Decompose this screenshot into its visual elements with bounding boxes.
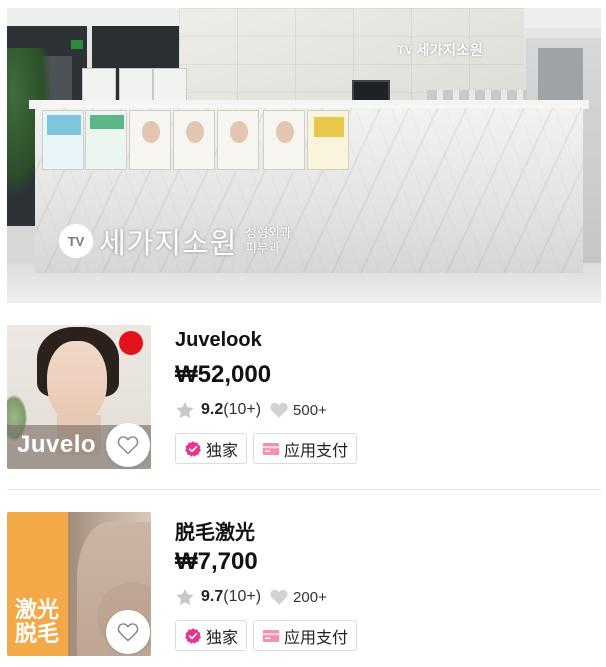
rating-value: 9.2 [201,401,224,418]
wall-brand-sign: TV 세가지소원 [397,40,483,60]
card-payment-icon [262,442,280,455]
card-divider [7,489,601,490]
verified-badge-icon [185,627,201,644]
counter-poster [129,110,171,170]
counter-poster [217,110,259,170]
counter-poster [307,110,349,170]
tag-label: 应用支付 [284,629,349,647]
tag-app-payment: 应用支付 [253,433,358,464]
wall-brand-text: 세가지소원 [416,42,484,58]
heart-outline-icon [117,436,139,455]
favorite-button[interactable] [106,423,150,467]
heart-icon [270,402,288,418]
product-price: ₩52,000 [175,361,272,388]
product-title[interactable]: 脱毛激光 [175,516,595,544]
star-icon [176,588,194,605]
promo-badge-icon [119,331,143,355]
favorite-button[interactable] [106,610,150,654]
product-price: ₩7,700 [175,548,258,575]
hero-clinic-photo: TV 세가지소원 TV 세가지소원 성형외과 피부과 [7,8,601,303]
product-card[interactable]: 激光脱毛 脱毛激光 ₩7,700 9.7 (10+) 200+ 独家 应用支付 [7,512,601,664]
review-count: (10+) [223,401,262,418]
thumbnail-caption: 激光脱毛 [15,597,60,646]
verified-badge-icon [185,440,201,457]
product-title[interactable]: Juvelook [175,329,595,355]
counter-poster [42,110,84,170]
wall-brand-mark: TV [397,43,414,57]
heart-outline-icon [117,623,139,642]
tag-app-payment: 应用支付 [253,620,358,651]
product-tags: 独家 应用支付 [175,433,595,464]
clinic-logo-sub-line1: 성형외과 [245,226,292,240]
star-icon [176,401,194,418]
tag-label: 应用支付 [284,442,349,460]
clinic-logo-mark: TV [59,224,93,258]
review-count: (10+) [223,588,262,605]
product-stats: 9.2 (10+) 500+ [175,399,595,421]
counter-poster [85,110,127,170]
exit-sign [71,40,83,49]
clinic-logo: TV 세가지소원 성형외과 피부과 [59,220,291,262]
tag-exclusive: 独家 [175,433,248,464]
card-payment-icon [262,629,280,642]
clinic-logo-name: 세가지소원 [99,228,238,260]
tag-exclusive: 独家 [175,620,248,651]
rating-value: 9.7 [201,588,224,605]
product-info: 脱毛激光 ₩7,700 9.7 (10+) 200+ 独家 应用支付 [175,516,595,651]
like-count: 500+ [293,401,327,419]
clinic-logo-sub-line2: 피부과 [245,241,280,255]
thumbnail-caption: Juvelo [17,431,97,458]
counter-poster [173,110,215,170]
product-card[interactable]: Juvelo Juvelook ₩52,000 9.2 (10+) 500+ 独… [7,325,601,477]
clinic-logo-subtitle: 성형외과 피부과 [245,226,291,256]
tag-label: 独家 [206,629,239,647]
product-tags: 独家 应用支付 [175,620,595,651]
tag-label: 独家 [206,442,239,460]
like-count: 200+ [293,588,327,606]
product-stats: 9.7 (10+) 200+ [175,586,595,608]
counter-poster [263,110,305,170]
product-info: Juvelook ₩52,000 9.2 (10+) 500+ 独家 应用支付 [175,329,595,464]
heart-icon [270,589,288,605]
